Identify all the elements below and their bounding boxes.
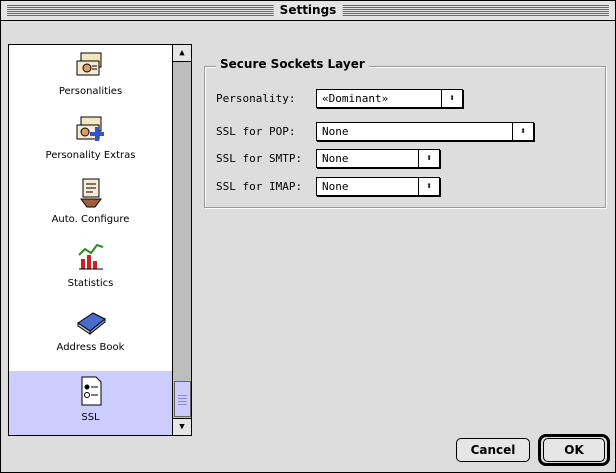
ssl-smtp-value: None: [322, 152, 349, 165]
sidebar-item-personalities[interactable]: Personalities: [9, 45, 172, 109]
sidebar-item-auto-configure[interactable]: Auto. Configure: [9, 173, 172, 237]
window-title: Settings: [273, 2, 343, 19]
scroll-down-arrow-icon[interactable]: ▼: [173, 418, 191, 435]
personality-popup[interactable]: «Dominant» ⬍: [316, 89, 463, 108]
ssl-smtp-popup[interactable]: None ⬍: [316, 149, 440, 168]
ssl-pop-popup[interactable]: None ⬍: [316, 122, 534, 141]
sidebar-item-label: Personalities: [58, 86, 123, 97]
group-title: Secure Sockets Layer: [216, 57, 369, 71]
title-bar[interactable]: Settings: [1, 1, 615, 21]
ssl-imap-popup[interactable]: None ⬍: [316, 177, 440, 196]
popup-arrows-icon: ⬍: [418, 150, 439, 167]
ssl-icon: [81, 376, 102, 406]
sidebar-item-ssl[interactable]: SSL: [9, 371, 172, 435]
personality-value: «Dominant»: [322, 92, 389, 105]
popup-arrows-icon: ⬍: [441, 90, 462, 107]
personality-label: Personality:: [216, 92, 296, 105]
sidebar-item-label: Personality Extras: [45, 150, 136, 161]
popup-arrows-icon: ⬍: [418, 178, 439, 195]
ssl-imap-value: None: [322, 180, 349, 193]
address-book-icon: [77, 312, 106, 336]
ssl-pop-label: SSL for POP:: [216, 125, 296, 138]
personalities-icon: [76, 52, 102, 76]
cancel-button[interactable]: Cancel: [456, 438, 530, 462]
ssl-imap-label: SSL for IMAP:: [216, 180, 303, 193]
settings-category-list[interactable]: Personalities Personality Extras Auto. C…: [8, 44, 192, 436]
sidebar-item-personality-extras[interactable]: Personality Extras: [9, 109, 172, 173]
popup-arrows-icon: ⬍: [512, 123, 533, 140]
personality-extras-icon: [76, 116, 104, 141]
sidebar-item-statistics[interactable]: Statistics: [9, 237, 172, 301]
sidebar-item-address-book[interactable]: Address Book: [9, 301, 172, 365]
sidebar-item-label: SSL: [81, 412, 100, 423]
sidebar-item-label: Statistics: [67, 278, 114, 289]
scroll-thumb[interactable]: [174, 381, 191, 417]
ssl-pop-value: None: [322, 125, 349, 138]
sidebar-item-label: Auto. Configure: [51, 214, 130, 225]
sidebar-item-label: Address Book: [56, 342, 125, 353]
auto-configure-icon: [80, 178, 102, 208]
ssl-smtp-label: SSL for SMTP:: [216, 152, 303, 165]
statistics-icon: [78, 243, 104, 270]
scroll-up-arrow-icon[interactable]: ▲: [173, 45, 191, 62]
ok-button[interactable]: OK: [543, 438, 605, 462]
sidebar-scrollbar[interactable]: ▲ ▼: [172, 45, 191, 435]
